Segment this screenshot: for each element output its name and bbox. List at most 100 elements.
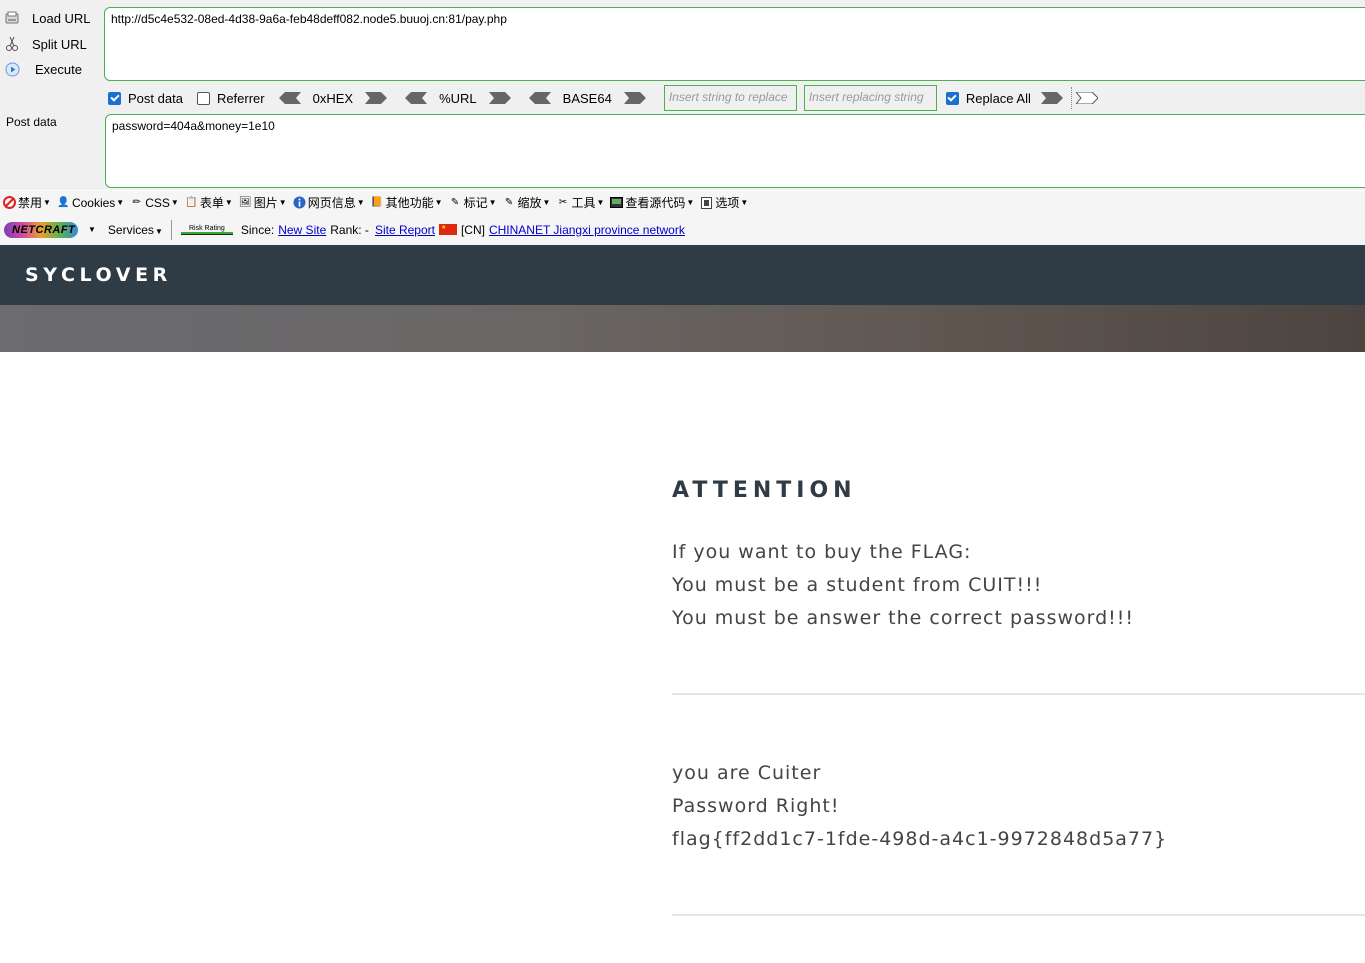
netcraft-logo[interactable]: NETCRAFT bbox=[4, 221, 78, 238]
execute-button[interactable]: Execute bbox=[4, 59, 82, 79]
replace-string-input[interactable]: Insert string to replace bbox=[663, 85, 797, 111]
url-textarea[interactable]: http://d5c4e532-08ed-4d38-9a6a-feb48deff… bbox=[104, 7, 1365, 81]
chevron-down-icon: ▼ bbox=[278, 198, 287, 207]
country-code: [CN] bbox=[460, 222, 485, 237]
chevron-down-icon: ▼ bbox=[740, 198, 749, 207]
tools-icon: ✂ bbox=[558, 197, 568, 208]
view-source-icon bbox=[610, 196, 624, 209]
base64-decode-arrow-icon[interactable] bbox=[528, 92, 551, 104]
url-label: %URL bbox=[439, 90, 477, 106]
intro-line: If you want to buy the FLAG: bbox=[672, 541, 972, 563]
url-decode-arrow-icon[interactable] bbox=[405, 92, 428, 104]
site-report-link[interactable]: Site Report bbox=[375, 223, 435, 237]
toolbar-divider bbox=[170, 219, 172, 240]
replace-all-arrow-icon[interactable] bbox=[1075, 92, 1098, 104]
chevron-down-icon: ▼ bbox=[116, 198, 125, 207]
disable-menu[interactable]: 禁用 ▼ bbox=[3, 194, 51, 211]
divider-line bbox=[672, 693, 1365, 695]
url-encode-arrow-icon[interactable] bbox=[488, 92, 511, 104]
replace-all-check-box bbox=[945, 91, 959, 105]
view-source-menu[interactable]: 查看源代码 ▼ bbox=[610, 194, 694, 211]
new-site-link[interactable]: New Site bbox=[278, 223, 326, 237]
cookies-menu[interactable]: 👤 Cookies ▼ bbox=[57, 196, 124, 210]
post-data-textarea[interactable]: password=404a&money=1e10 bbox=[105, 114, 1365, 188]
post-data-checkbox-label: Post data bbox=[128, 90, 183, 106]
attention-heading: ATTENTION bbox=[672, 478, 857, 503]
hex-codec: 0xHEX bbox=[278, 90, 388, 106]
chevron-down-icon: ▼ bbox=[542, 198, 551, 207]
chevron-down-icon: ▼ bbox=[154, 226, 163, 236]
hex-decode-arrow-icon[interactable] bbox=[278, 92, 301, 104]
view-source-label: 查看源代码 bbox=[625, 196, 686, 210]
css-label: CSS bbox=[145, 195, 170, 210]
images-menu[interactable]: 🖼 图片 ▼ bbox=[239, 194, 287, 211]
hackbar-panel: Load URL Split URL Execute http://d5c4e5… bbox=[0, 0, 1365, 190]
resize-icon: ✎ bbox=[504, 197, 514, 208]
result-line: Password Right! bbox=[672, 795, 840, 817]
site-brand[interactable]: SYCLOVER bbox=[25, 264, 172, 286]
post-data-label: Post data bbox=[6, 115, 57, 129]
options-menu[interactable]: 选项 ▼ bbox=[700, 194, 748, 211]
misc-menu[interactable]: 📙 其他功能 ▼ bbox=[371, 194, 443, 211]
pencil-icon: ✎ bbox=[450, 197, 460, 208]
referrer-checkbox[interactable]: Referrer bbox=[196, 91, 265, 106]
forms-label: 表单 bbox=[199, 196, 224, 210]
chevron-down-icon: ▼ bbox=[356, 198, 365, 207]
chevron-down-icon: ▼ bbox=[434, 198, 443, 207]
divider-line bbox=[672, 914, 1365, 916]
rank-label: Rank: - bbox=[330, 222, 369, 237]
resize-label: 缩放 bbox=[517, 196, 542, 210]
misc-icon: 📙 bbox=[370, 197, 384, 208]
header-banner bbox=[0, 305, 1365, 352]
tools-menu[interactable]: ✂ 工具 ▼ bbox=[556, 194, 605, 211]
flag-text: flag{ff2dd1c7-1fde-498d-a4c1-9972848d5a7… bbox=[672, 828, 1168, 850]
netcraft-chevron-down-icon[interactable]: ▼ bbox=[88, 225, 96, 234]
chevron-down-icon: ▼ bbox=[488, 198, 497, 207]
chevron-down-icon: ▼ bbox=[224, 198, 233, 207]
divider bbox=[1070, 87, 1072, 109]
options-label: 选项 bbox=[715, 196, 740, 210]
hex-label: 0xHEX bbox=[312, 90, 354, 106]
execute-label: Execute bbox=[35, 61, 82, 77]
intro-line: You must be answer the correct password!… bbox=[672, 607, 1135, 629]
images-label: 图片 bbox=[253, 196, 278, 210]
page-info-label: 网页信息 bbox=[307, 196, 356, 210]
base64-codec: BASE64 bbox=[528, 90, 646, 106]
tools-label: 工具 bbox=[571, 196, 596, 210]
risk-rating-label: Risk Rating bbox=[188, 224, 225, 232]
misc-label: 其他功能 bbox=[385, 196, 434, 210]
risk-rating[interactable]: Risk Rating bbox=[180, 224, 233, 235]
replace-all-label: Replace All bbox=[965, 90, 1031, 106]
replacing-string-input[interactable]: Insert replacing string bbox=[803, 85, 937, 111]
chevron-down-icon: ▼ bbox=[43, 198, 51, 207]
forms-menu[interactable]: 📋 表单 ▼ bbox=[185, 194, 233, 211]
network-link[interactable]: CHINANET Jiangxi province network bbox=[489, 223, 685, 237]
replace-arrow-icon[interactable] bbox=[1040, 92, 1063, 104]
netcraft-toolbar: NETCRAFT ▼ Services▼ Risk Rating Since: … bbox=[0, 214, 1365, 245]
services-menu[interactable]: Services▼ bbox=[108, 223, 163, 237]
outline-menu[interactable]: ✎ 标记 ▼ bbox=[449, 194, 497, 211]
disable-label: 禁用 bbox=[18, 196, 43, 210]
info-icon bbox=[293, 196, 306, 209]
css-icon: ✏ bbox=[132, 197, 141, 208]
post-data-checkbox[interactable]: Post data bbox=[108, 91, 183, 106]
post-data-check-box bbox=[108, 91, 121, 105]
replace-all-checkbox[interactable]: Replace All bbox=[945, 90, 1031, 106]
site-navbar: SYCLOVER bbox=[0, 245, 1365, 305]
base64-encode-arrow-icon[interactable] bbox=[623, 92, 646, 104]
china-flag-icon: ★ bbox=[438, 224, 457, 235]
css-menu[interactable]: ✏ CSS ▼ bbox=[130, 196, 179, 210]
load-url-button[interactable]: Load URL bbox=[4, 8, 91, 28]
split-url-label: Split URL bbox=[32, 36, 87, 52]
since-label: Since: bbox=[240, 222, 275, 237]
hex-encode-arrow-icon[interactable] bbox=[365, 92, 388, 104]
chevron-down-icon: ▼ bbox=[170, 198, 179, 207]
disable-icon bbox=[3, 196, 16, 209]
intro-line: You must be a student from CUIT!!! bbox=[672, 574, 1043, 596]
split-url-button[interactable]: Split URL bbox=[4, 34, 87, 54]
base64-label: BASE64 bbox=[562, 90, 612, 106]
page-info-menu[interactable]: 网页信息 ▼ bbox=[293, 194, 365, 211]
referrer-check-box bbox=[196, 91, 210, 105]
resize-menu[interactable]: ✎ 缩放 ▼ bbox=[503, 194, 551, 211]
web-developer-toolbar: 禁用 ▼ 👤 Cookies ▼ ✏ CSS ▼ 📋 表单 ▼ 🖼 图片 ▼ 网页信息 ▼ 📙 其他功… bbox=[0, 191, 1365, 214]
